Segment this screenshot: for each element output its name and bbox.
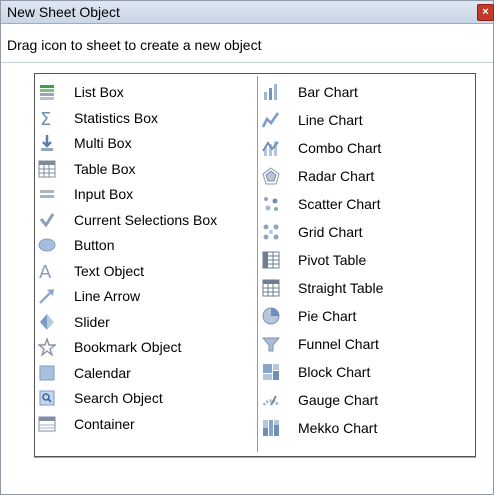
object-list: List Box Σ Statistics Box Multi Box Table Bo… (34, 73, 476, 457)
title-bar[interactable]: New Sheet Object × (1, 1, 494, 24)
svg-text:A: A (39, 262, 52, 280)
object-item-label: Input Box (74, 186, 134, 202)
grid-chart-icon (262, 223, 280, 241)
object-item-grid-chart[interactable]: Grid Chart (262, 220, 363, 244)
object-item-bookmark[interactable]: Bookmark Object (36, 335, 181, 359)
object-item-label: Container (74, 415, 135, 432)
input-box-icon (38, 185, 56, 203)
object-item-label: Mekko Chart (298, 420, 378, 436)
object-item-multi-box[interactable]: Multi Box (36, 131, 132, 155)
object-item-label: Table Box (74, 160, 136, 177)
object-item-pie-chart[interactable]: Pie Chart (262, 304, 356, 328)
gauge-chart-icon (262, 391, 280, 409)
object-item-label: Gauge Chart (298, 392, 379, 408)
object-item-label: Line Arrow (74, 288, 141, 304)
object-item-label: Block Chart (298, 364, 371, 380)
instruction-text: Drag icon to sheet to create a new objec… (7, 37, 262, 53)
object-item-label: Grid Chart (298, 224, 363, 240)
object-item-label: Current Selections Box (74, 211, 218, 228)
object-item-calendar[interactable]: Calendar (36, 361, 131, 385)
text-object-icon: A (38, 262, 56, 283)
object-item-label: Radar Chart (298, 168, 375, 184)
object-item-line-arrow[interactable]: Line Arrow (36, 284, 140, 308)
radar-chart-icon (262, 167, 280, 185)
list-box-icon (38, 83, 56, 101)
object-item-pivot-table[interactable]: Pivot Table (262, 248, 366, 272)
statistics-box-icon: Σ (38, 109, 56, 130)
mekko-chart-icon (262, 419, 280, 437)
object-item-label: Scatter Chart (298, 196, 381, 212)
slider-icon (38, 313, 56, 331)
line-arrow-icon (38, 287, 56, 305)
object-item-straight-table[interactable]: Straight Table (262, 276, 383, 300)
object-item-label: Bookmark Object (74, 339, 182, 355)
multi-box-icon (38, 134, 56, 152)
funnel-chart-icon (261, 335, 281, 353)
window-title: New Sheet Object (7, 4, 120, 20)
object-item-container[interactable]: Container (36, 412, 135, 436)
object-item-label: Combo Chart (298, 140, 382, 156)
object-item-button[interactable]: Button (36, 233, 114, 257)
separator (1, 62, 493, 63)
object-item-slider[interactable]: Slider (36, 310, 110, 334)
column-divider (257, 76, 258, 452)
object-item-text-object[interactable]: A Text Object (36, 259, 144, 283)
table-box-icon (38, 160, 56, 178)
object-item-label: Line Chart (298, 112, 363, 128)
combo-chart-icon (262, 139, 280, 157)
object-item-input-box[interactable]: Input Box (36, 182, 133, 206)
object-item-label: Pivot Table (298, 252, 367, 268)
object-item-bar-chart[interactable]: Bar Chart (262, 80, 358, 104)
line-chart-icon (261, 111, 280, 129)
object-item-line-chart[interactable]: Line Chart (261, 108, 363, 132)
pivot-table-icon (262, 251, 280, 269)
object-item-gauge-chart[interactable]: Gauge Chart (262, 388, 378, 412)
object-item-label: Bar Chart (298, 84, 358, 100)
button-icon (38, 236, 56, 254)
object-item-table-box[interactable]: Table Box (36, 157, 135, 181)
object-item-label: Multi Box (74, 135, 132, 151)
object-item-label: Button (74, 237, 115, 253)
object-item-funnel-chart[interactable]: Funnel Chart (261, 332, 379, 356)
object-item-radar-chart[interactable]: Radar Chart (262, 164, 374, 188)
object-item-label: Calendar (74, 364, 131, 381)
object-item-label: Straight Table (298, 280, 384, 296)
close-button[interactable]: × (477, 4, 494, 21)
straight-table-icon (262, 279, 280, 297)
object-item-statistics-box[interactable]: Σ Statistics Box (36, 106, 158, 130)
object-item-scatter-chart[interactable]: Scatter Chart (262, 192, 380, 216)
object-item-label: Funnel Chart (298, 336, 379, 352)
object-item-search-object[interactable]: Search Object (36, 386, 163, 410)
pie-chart-icon (262, 307, 280, 325)
object-item-label: Text Object (74, 262, 145, 279)
object-item-combo-chart[interactable]: Combo Chart (262, 136, 381, 160)
scatter-chart-icon (262, 195, 280, 213)
object-item-label: List Box (74, 84, 124, 100)
container-icon (38, 415, 56, 433)
new-sheet-object-panel: New Sheet Object × Drag icon to sheet to… (0, 0, 494, 495)
close-icon: × (482, 6, 489, 18)
object-item-current-selections[interactable]: Current Selections Box (36, 208, 217, 232)
bookmark-icon (37, 336, 57, 358)
calendar-icon (38, 364, 56, 382)
object-item-label: Search Object (74, 390, 163, 406)
object-item-label: Pie Chart (298, 308, 357, 324)
object-item-label: Statistics Box (74, 109, 159, 126)
object-item-block-chart[interactable]: Block Chart (262, 360, 370, 384)
object-item-list-box[interactable]: List Box (36, 80, 124, 104)
block-chart-icon (262, 363, 280, 381)
svg-text:Σ: Σ (40, 109, 51, 127)
object-item-mekko-chart[interactable]: Mekko Chart (262, 416, 377, 440)
bar-chart-icon (262, 83, 280, 101)
object-item-label: Slider (74, 313, 110, 330)
current-selections-icon (38, 211, 56, 229)
search-object-icon (38, 389, 56, 407)
